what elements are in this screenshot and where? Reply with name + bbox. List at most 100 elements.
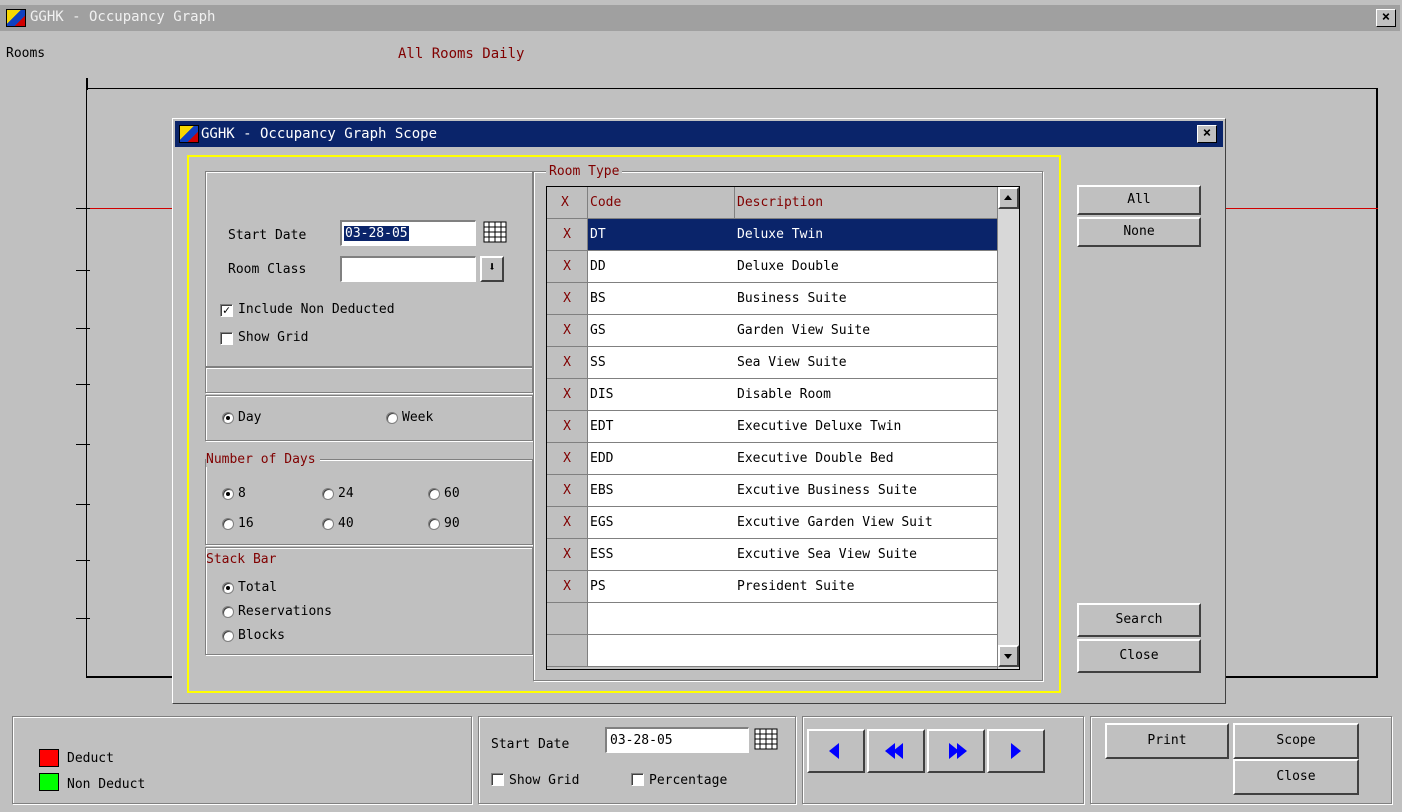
- y-tick: [76, 208, 90, 209]
- column-header-code[interactable]: Code: [590, 195, 621, 210]
- table-row[interactable]: X GS Garden View Suite: [547, 315, 997, 347]
- vertical-scrollbar[interactable]: [997, 187, 1019, 669]
- main-window-title: GGHK - Occupancy Graph: [30, 9, 216, 25]
- row-select-marker[interactable]: X: [547, 251, 588, 282]
- reservations-radio[interactable]: [222, 606, 234, 618]
- table-row[interactable]: X BS Business Suite: [547, 283, 997, 315]
- scroll-up-icon[interactable]: [998, 187, 1019, 209]
- column-header-description[interactable]: Description: [737, 195, 823, 210]
- row-select-marker[interactable]: X: [547, 315, 588, 346]
- row-select-marker[interactable]: X: [547, 347, 588, 378]
- row-code: [588, 635, 737, 666]
- date-panel: Start Date 03-28-05 Show Grid Percentage: [478, 716, 796, 804]
- row-code: ESS: [588, 539, 737, 570]
- checkbox-checked-icon[interactable]: ✓: [220, 304, 233, 317]
- none-button[interactable]: None: [1077, 217, 1201, 247]
- days-8-radio[interactable]: [222, 488, 234, 500]
- dialog-close-button[interactable]: Close: [1077, 639, 1201, 673]
- row-select-marker[interactable]: X: [547, 379, 588, 410]
- bottom-calendar-icon[interactable]: [751, 727, 783, 753]
- row-select-marker[interactable]: X: [547, 571, 588, 602]
- room-class-label: Room Class: [228, 262, 307, 277]
- total-radio[interactable]: [222, 582, 234, 594]
- bottom-show-grid-label: Show Grid: [509, 773, 580, 788]
- legend-panel: Deduct Non Deduct: [12, 716, 472, 804]
- table-row[interactable]: X ESS Excutive Sea View Suite: [547, 539, 997, 571]
- table-header: X Code Description: [547, 187, 997, 219]
- checkbox-icon[interactable]: [220, 332, 233, 345]
- row-code: EBS: [588, 475, 737, 506]
- stack-bar-group: Stack Bar Total Reservations Blocks: [205, 547, 533, 655]
- bottom-start-date-input[interactable]: 03-28-05: [605, 727, 749, 753]
- days-40-radio[interactable]: [322, 518, 334, 530]
- week-radio[interactable]: [386, 412, 398, 424]
- days-24-radio[interactable]: [322, 488, 334, 500]
- row-select-marker[interactable]: [547, 603, 588, 634]
- table-row[interactable]: X DD Deluxe Double: [547, 251, 997, 283]
- nav-last-icon[interactable]: [927, 729, 985, 773]
- day-radio[interactable]: [222, 412, 234, 424]
- row-code: EGS: [588, 507, 737, 538]
- days-16-radio[interactable]: [222, 518, 234, 530]
- bottom-show-grid-checkbox[interactable]: [491, 773, 504, 786]
- table-row[interactable]: X EDD Executive Double Bed: [547, 443, 997, 475]
- table-row[interactable]: X EDT Executive Deluxe Twin: [547, 411, 997, 443]
- nav-prev-icon[interactable]: [807, 729, 865, 773]
- table-row[interactable]: X EBS Excutive Business Suite: [547, 475, 997, 507]
- number-of-days-group: Number of Days 8 24 60 16 40 90: [205, 452, 533, 545]
- row-code: PS: [588, 571, 737, 602]
- row-select-marker[interactable]: X: [547, 507, 588, 538]
- percentage-checkbox[interactable]: [631, 773, 644, 786]
- y-tick: [76, 444, 90, 445]
- scope-dialog: GGHK - Occupancy Graph Scope × Start Dat…: [172, 118, 1226, 704]
- all-button[interactable]: All: [1077, 185, 1201, 215]
- row-select-marker[interactable]: X: [547, 219, 588, 250]
- close-button[interactable]: Close: [1233, 759, 1359, 795]
- nav-first-icon[interactable]: [867, 729, 925, 773]
- table-row[interactable]: X SS Sea View Suite: [547, 347, 997, 379]
- row-description: Deluxe Double: [735, 251, 997, 282]
- row-code: DIS: [588, 379, 737, 410]
- row-select-marker[interactable]: X: [547, 411, 588, 442]
- navigation-panel: [802, 716, 1084, 804]
- main-close-icon[interactable]: ×: [1376, 9, 1396, 27]
- main-title-bar: GGHK - Occupancy Graph ×: [0, 5, 1400, 31]
- room-class-dropdown-icon[interactable]: ⬇: [480, 256, 504, 282]
- percentage-label: Percentage: [649, 773, 728, 788]
- room-class-input[interactable]: [340, 256, 476, 282]
- table-row[interactable]: X EGS Excutive Garden View Suit: [547, 507, 997, 539]
- table-row[interactable]: [547, 603, 997, 635]
- days-90-radio[interactable]: [428, 518, 440, 530]
- row-select-marker[interactable]: [547, 635, 588, 666]
- y-tick: [76, 270, 90, 271]
- table-row[interactable]: X DIS Disable Room: [547, 379, 997, 411]
- number-of-days-label: Number of Days: [206, 452, 320, 467]
- nav-next-icon[interactable]: [987, 729, 1045, 773]
- graph-title: All Rooms Daily: [398, 46, 525, 62]
- dialog-close-icon[interactable]: ×: [1197, 125, 1217, 143]
- row-description: Excutive Garden View Suit: [735, 507, 997, 538]
- scope-button[interactable]: Scope: [1233, 723, 1359, 759]
- row-code: EDD: [588, 443, 737, 474]
- calendar-icon[interactable]: [480, 220, 512, 246]
- stack-bar-label: Stack Bar: [206, 552, 277, 567]
- row-select-marker[interactable]: X: [547, 475, 588, 506]
- row-select-marker[interactable]: X: [547, 539, 588, 570]
- print-button[interactable]: Print: [1105, 723, 1229, 759]
- row-description: Disable Room: [735, 379, 997, 410]
- search-button[interactable]: Search: [1077, 603, 1201, 637]
- row-select-marker[interactable]: X: [547, 443, 588, 474]
- row-code: SS: [588, 347, 737, 378]
- start-date-input[interactable]: 03-28-05: [340, 220, 476, 246]
- room-type-label: Room Type: [546, 164, 623, 179]
- table-row[interactable]: X PS President Suite: [547, 571, 997, 603]
- day-label: Day: [238, 410, 262, 425]
- days-60-radio[interactable]: [428, 488, 440, 500]
- row-select-marker[interactable]: X: [547, 283, 588, 314]
- deduct-swatch: [39, 749, 59, 767]
- blocks-radio[interactable]: [222, 630, 234, 642]
- table-row[interactable]: [547, 635, 997, 667]
- scroll-down-icon[interactable]: [998, 645, 1019, 667]
- room-type-table[interactable]: X Code Description X DT Deluxe Twin X DD Delu…: [546, 186, 1020, 670]
- table-row[interactable]: X DT Deluxe Twin: [547, 219, 997, 251]
